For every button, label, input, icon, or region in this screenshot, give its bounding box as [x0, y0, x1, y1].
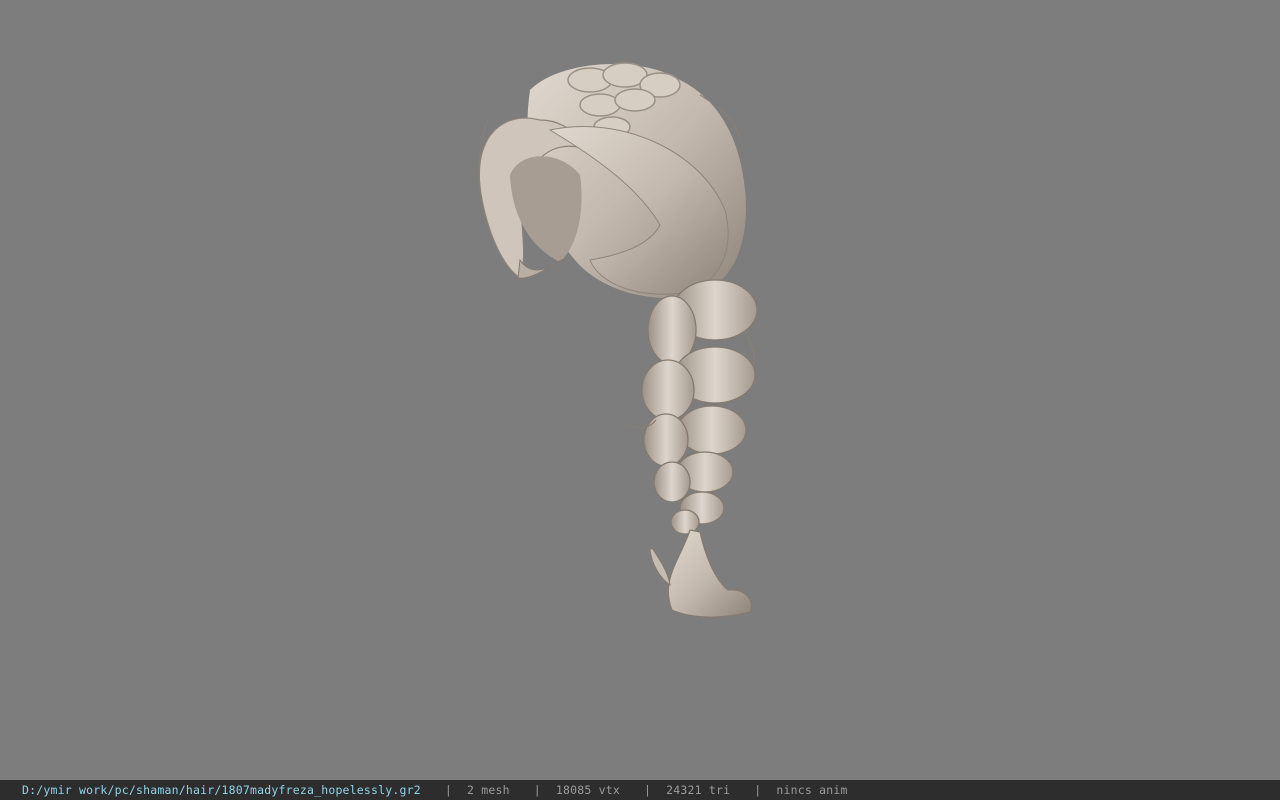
file-path-label: D:/ymir work/pc/shaman/hair/1807madyfrez…	[22, 783, 421, 797]
separator: |	[444, 783, 453, 797]
status-bar: D:/ymir work/pc/shaman/hair/1807madyfrez…	[0, 780, 1280, 800]
vertex-count: 18085 vtx	[555, 783, 621, 797]
hair-model-render	[478, 62, 758, 618]
separator: |	[533, 783, 541, 797]
triangle-count: 24321 tri	[666, 783, 731, 797]
3d-viewport[interactable]	[0, 0, 1280, 780]
mesh-count: 2 mesh	[467, 783, 510, 797]
separator: |	[644, 783, 652, 797]
separator: |	[754, 783, 762, 797]
animation-status: nincs anim	[776, 783, 848, 797]
